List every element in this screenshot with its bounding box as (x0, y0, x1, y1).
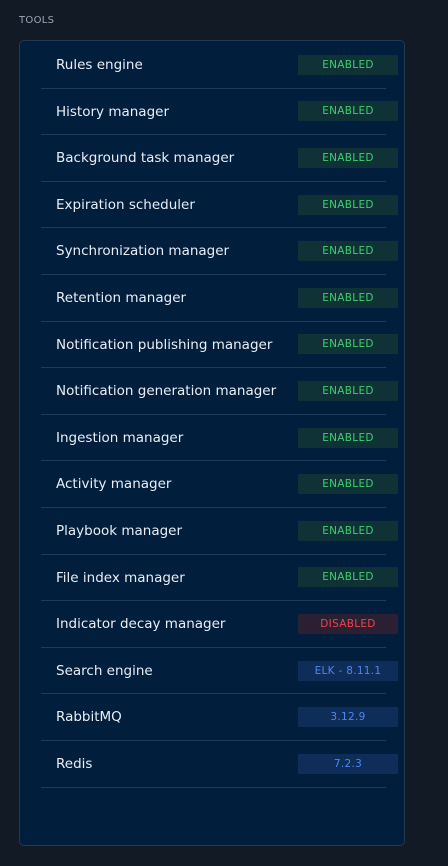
tool-row: Background task manager ENABLED (41, 135, 398, 182)
tool-name: Expiration scheduler (56, 196, 195, 213)
status-badge: ENABLED (298, 101, 398, 122)
tool-name: Notification generation manager (56, 383, 277, 400)
tool-row: Search engine ELK - 8.11.1 (41, 648, 398, 695)
tool-row: History manager ENABLED (41, 89, 398, 136)
tool-row: Redis 7.2.3 (41, 741, 398, 788)
tool-name: Rules engine (56, 57, 143, 73)
tool-name: Notification publishing manager (56, 336, 273, 353)
tool-row: Playbook manager ENABLED (41, 508, 398, 555)
tool-name: Background task manager (56, 150, 235, 167)
tool-row: Expiration scheduler ENABLED (41, 182, 398, 229)
tool-row: Activity manager ENABLED (41, 461, 398, 508)
status-badge: ENABLED (298, 427, 398, 448)
status-badge: ENABLED (298, 334, 398, 355)
tool-name: Playbook manager (56, 522, 183, 539)
tool-row: Indicator decay manager DISABLED (41, 601, 398, 648)
version-badge: 3.12.9 (298, 707, 398, 728)
tool-name: Indicator decay manager (56, 616, 226, 633)
tools-panel: Rules engine ENABLED History manager ENABLE… (19, 40, 405, 846)
status-badge: ENABLED (298, 147, 398, 168)
tool-name: History manager (56, 103, 169, 120)
tool-name: Retention manager (56, 289, 187, 306)
tool-row: Rules engine ENABLED (41, 42, 398, 89)
tool-row: Notification publishing manager ENABLED (41, 322, 398, 369)
tool-row: File index manager ENABLED (41, 555, 398, 602)
tool-name: RabbitMQ (56, 709, 122, 726)
section-title: TOOLS (19, 15, 55, 26)
version-badge: ELK - 8.11.1 (298, 660, 398, 681)
tool-name: Ingestion manager (56, 429, 184, 446)
tool-row: Synchronization manager ENABLED (41, 228, 398, 275)
tool-name: Activity manager (56, 476, 172, 493)
status-badge: ENABLED (298, 567, 398, 588)
tools-list: Rules engine ENABLED History manager ENABLE… (41, 42, 398, 788)
status-badge: ENABLED (298, 194, 398, 215)
status-badge: ENABLED (298, 241, 398, 262)
tool-name: Search engine (56, 662, 153, 679)
status-badge: ENABLED (298, 474, 398, 495)
tool-row: Retention manager ENABLED (41, 275, 398, 322)
tool-name: Synchronization manager (56, 243, 230, 260)
tool-row: Ingestion manager ENABLED (41, 415, 398, 462)
tool-name: File index manager (56, 569, 185, 586)
status-badge: ENABLED (298, 287, 398, 308)
status-badge: DISABLED (298, 613, 398, 634)
status-badge: ENABLED (298, 54, 398, 75)
status-badge: ENABLED (298, 380, 398, 401)
tool-row: Notification generation manager ENABLED (41, 368, 398, 415)
version-badge: 7.2.3 (298, 753, 398, 774)
status-badge: ENABLED (298, 520, 398, 541)
tool-row: RabbitMQ 3.12.9 (41, 694, 398, 741)
tool-name: Redis (56, 755, 93, 772)
